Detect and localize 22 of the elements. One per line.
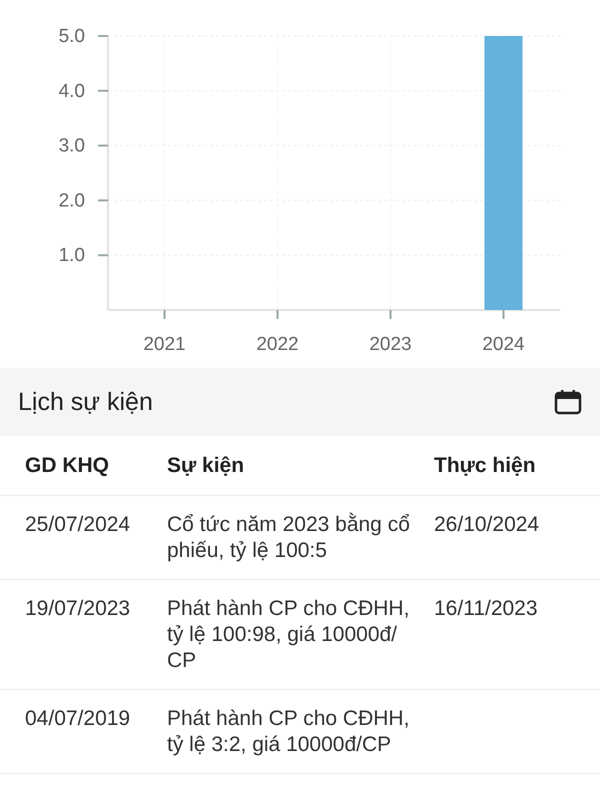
section-title: Lịch sự kiện [18, 388, 153, 416]
y-tick-label: 5.0 [58, 26, 85, 47]
y-tick-label: 3.0 [58, 136, 85, 157]
table-cell-text: Cổ tức năm 2023 bằng cổ phiếu, tỷ lệ 100:5 [167, 512, 411, 564]
table-cell-text: 25/07/2024 [25, 512, 132, 538]
table-cell-text: 04/07/2019 [25, 706, 132, 732]
x-tick-label: 2024 [482, 334, 525, 355]
table-cell-text: Phát hành CP cho CĐHH, tỷ lệ 100:98, giá 10000đ/ CP [167, 596, 410, 674]
table-cell-text: Phát hành CP cho CĐHH, tỷ lệ 3:2, giá 10000đ/CP [167, 706, 410, 758]
y-tick-label: 1.0 [58, 245, 85, 266]
column-header: Thực hiện [434, 453, 537, 479]
column-header: Sự kiện [167, 453, 246, 479]
table-cell-text: 19/07/2023 [25, 596, 132, 622]
x-tick-label: 2022 [256, 334, 299, 355]
table-cell-text: 16/11/2023 [434, 596, 539, 622]
y-tick-label: 2.0 [58, 190, 85, 212]
x-tick-label: 2021 [143, 334, 186, 355]
calendar-icon[interactable] [554, 389, 582, 415]
x-tick-label: 2023 [369, 334, 412, 355]
table-cell-text: 26/10/2024 [434, 512, 540, 538]
column-header: GD KHQ [25, 453, 110, 479]
y-tick-label: 4.0 [58, 80, 85, 102]
